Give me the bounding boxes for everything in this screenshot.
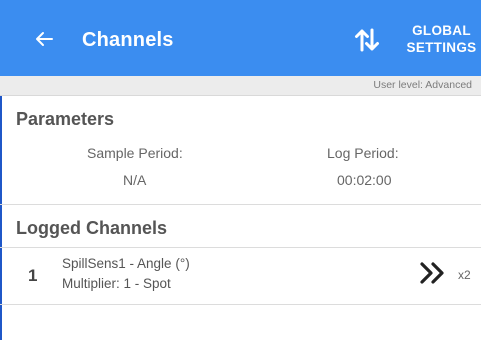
sample-period-label: Sample Period: xyxy=(87,145,183,161)
app-bar: Channels GLOBAL SETTINGS xyxy=(0,0,481,76)
channel-index: 1 xyxy=(28,266,38,285)
log-period-value: 00:02:00 xyxy=(337,172,392,188)
sample-period-value: N/A xyxy=(123,172,147,188)
arrow-left-icon[interactable] xyxy=(32,27,56,51)
global-settings-label-line1: GLOBAL xyxy=(412,23,471,38)
user-level-bar: User level: Advanced xyxy=(0,76,481,96)
section-divider xyxy=(0,204,481,205)
multiplier-count: x2 xyxy=(458,268,471,282)
list-divider xyxy=(0,247,481,248)
parameters-heading: Parameters xyxy=(16,109,115,129)
page-title: Channels xyxy=(82,29,174,51)
double-chevron-right-icon[interactable] xyxy=(420,262,446,284)
logged-channels-heading: Logged Channels xyxy=(16,218,168,238)
global-settings-button[interactable]: GLOBAL SETTINGS xyxy=(402,22,481,56)
global-settings-label-line2: SETTINGS xyxy=(406,40,477,55)
sort-arrows-icon[interactable] xyxy=(353,26,381,54)
channel-multiplier-detail: Multiplier: 1 - Spot xyxy=(62,276,171,291)
log-period-label: Log Period: xyxy=(327,145,399,161)
list-divider-bottom xyxy=(0,304,481,305)
channel-name: SpillSens1 - Angle (°) xyxy=(62,256,190,271)
user-level-text: User level: Advanced xyxy=(373,79,472,91)
